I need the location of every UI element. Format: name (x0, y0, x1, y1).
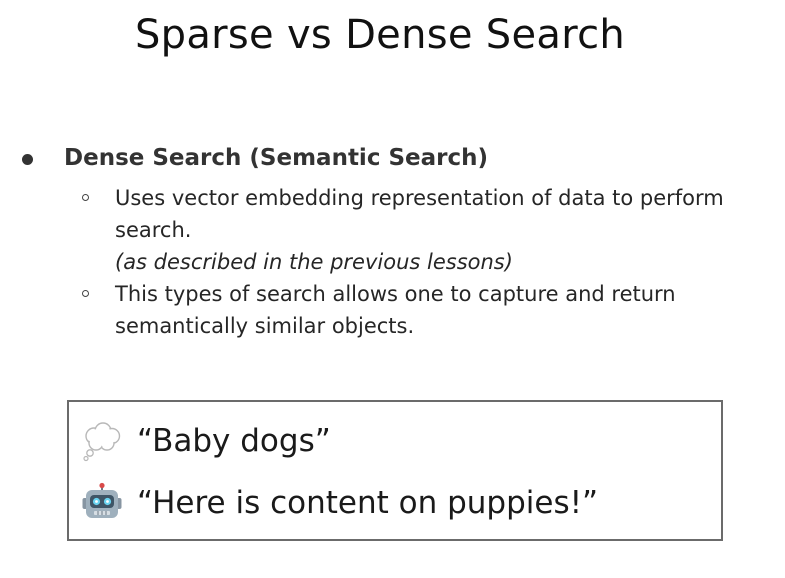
query-text: “Baby dogs” (137, 423, 331, 459)
thought-bubble-icon (81, 420, 123, 462)
robot-icon (81, 482, 123, 524)
sub-bullet-note: (as described in the previous lessons) (115, 250, 513, 274)
response-row: “Here is content on puppies!” (81, 482, 598, 524)
sub-bullet-circle (82, 194, 89, 201)
sub-bullet-text: This types of search allows one to captu… (115, 282, 676, 338)
sub-bullet-list: Uses vector embedding representation of … (82, 182, 772, 342)
example-box: “Baby dogs” “Here is content on puppies! (67, 400, 723, 541)
sub-bullet-item: Uses vector embedding representation of … (82, 182, 772, 278)
query-row: “Baby dogs” (81, 420, 331, 462)
slide-title: Sparse vs Dense Search (134, 12, 626, 58)
sub-bullet-circle (82, 290, 89, 297)
sub-bullet-text: Uses vector embedding representation of … (115, 186, 724, 242)
main-bullet: Dense Search (Semantic Search) (22, 145, 488, 171)
bullet-dot (22, 153, 33, 165)
bullet-heading: Dense Search (Semantic Search) (64, 145, 489, 171)
sub-bullet-item: This types of search allows one to captu… (82, 278, 772, 342)
response-text: “Here is content on puppies!” (137, 485, 599, 521)
